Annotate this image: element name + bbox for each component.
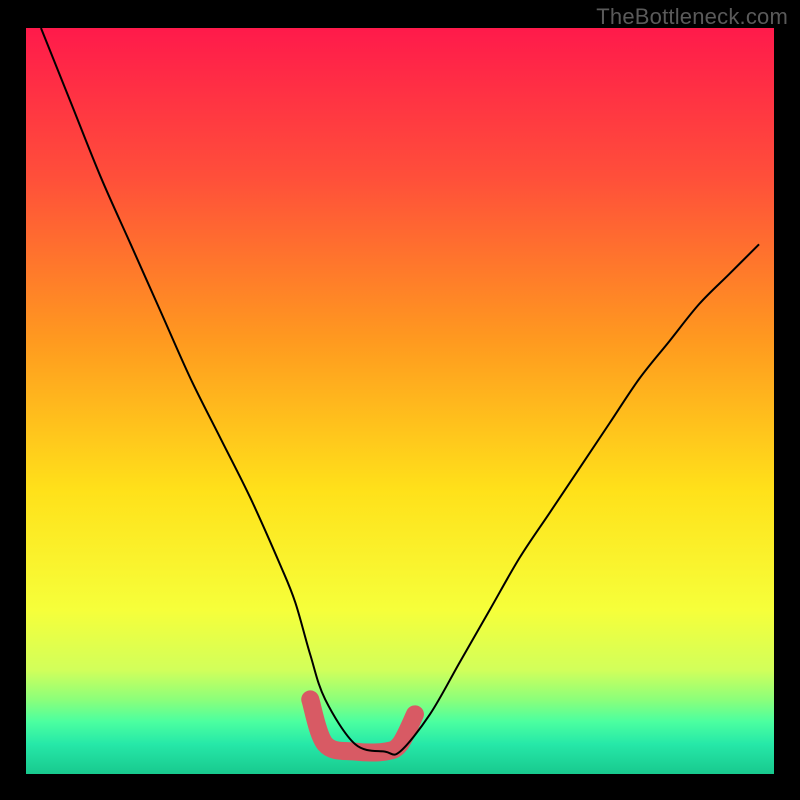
watermark-text: TheBottleneck.com: [596, 4, 788, 30]
chart-frame: TheBottleneck.com: [0, 0, 800, 800]
gradient-background: [26, 28, 774, 774]
chart-svg: [0, 0, 800, 800]
